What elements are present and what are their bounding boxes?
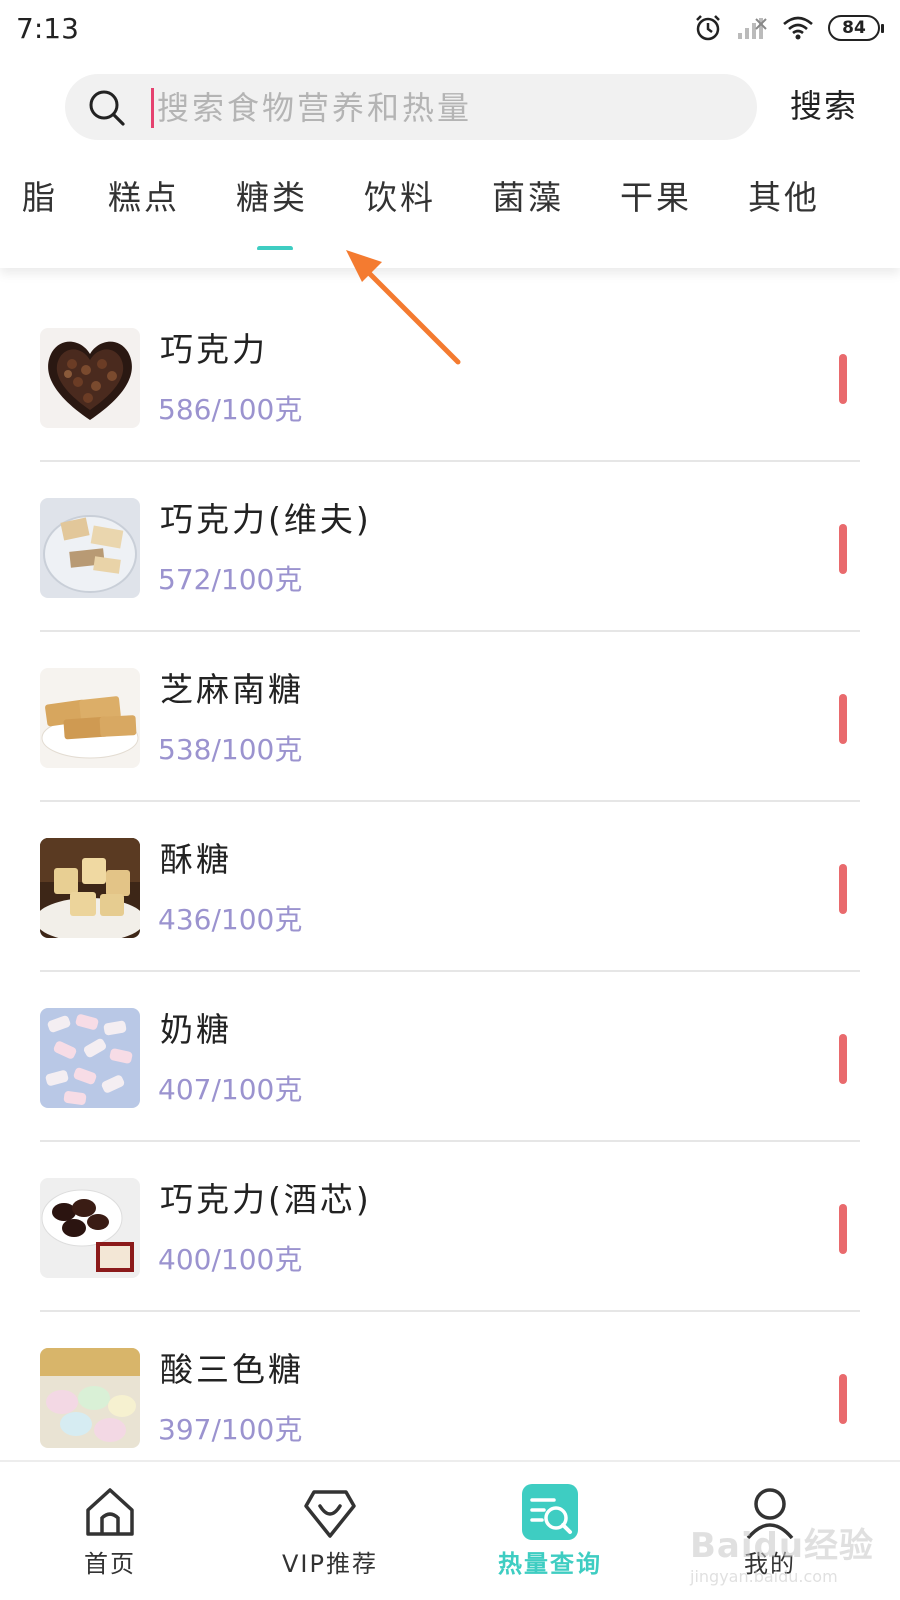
food-calories: 407/100克 <box>158 1073 303 1106</box>
calorie-level-bar <box>839 1204 847 1254</box>
food-name: 巧克力(维夫) <box>160 500 372 539</box>
search-icon <box>89 90 125 126</box>
food-calories: 572/100克 <box>158 563 303 596</box>
search-placeholder: 搜索食物营养和热量 <box>157 89 473 127</box>
annotation-arrow <box>346 250 461 365</box>
list-item[interactable]: 芝麻南糖 538/100克 <box>0 630 900 802</box>
search-input[interactable]: 搜索食物营养和热量 <box>65 74 757 140</box>
status-icons: 84 <box>694 14 884 42</box>
watermark-main: Baidu经验 <box>690 1526 875 1566</box>
calorie-level-bar <box>839 1374 847 1424</box>
food-calories: 586/100克 <box>158 393 303 426</box>
food-calories: 436/100克 <box>158 903 303 936</box>
list-item[interactable]: 巧克力(酒芯) 400/100克 <box>0 1140 900 1312</box>
list-item[interactable]: 巧克力(维夫) 572/100克 <box>0 460 900 632</box>
calorie-level-bar <box>839 354 847 404</box>
food-list: 巧克力 586/100克 巧克力(维夫) 572/100克 芝麻南糖 538/1… <box>0 290 900 1460</box>
wafer-chocolate-image <box>40 498 140 598</box>
baidu-watermark: Baidu经验 jingyan.baidu.com <box>690 1518 874 1586</box>
vip-icon <box>304 1490 356 1538</box>
search-bar: 搜索食物营养和热量 搜索 <box>0 72 900 142</box>
watermark-sub: jingyan.baidu.com <box>690 1567 838 1586</box>
heart-chocolate-box-image <box>40 328 140 428</box>
list-item[interactable]: 奶糖 407/100克 <box>0 970 900 1142</box>
tricolor-candy-image <box>40 1348 140 1448</box>
home-icon <box>86 1488 134 1536</box>
tab-fat[interactable]: 脂 <box>22 176 58 220</box>
food-calories: 400/100克 <box>158 1243 303 1276</box>
tab-drinks[interactable]: 饮料 <box>364 176 436 220</box>
food-name: 巧克力(酒芯) <box>160 1180 372 1219</box>
calorie-level-bar <box>839 1034 847 1084</box>
food-calories: 397/100克 <box>158 1413 303 1446</box>
nav-vip[interactable]: VIP推荐 <box>230 1462 430 1600</box>
category-tabs: 脂 糕点 糖类 饮料 菌藻 干果 其他 <box>0 170 900 250</box>
food-calories: 538/100克 <box>158 733 303 766</box>
active-tab-indicator <box>257 246 293 250</box>
food-name: 酸三色糖 <box>160 1350 304 1389</box>
tab-other[interactable]: 其他 <box>748 176 820 220</box>
text-caret <box>151 88 154 128</box>
calorie-level-bar <box>839 694 847 744</box>
list-item[interactable]: 酥糖 436/100克 <box>0 800 900 972</box>
calorie-level-bar <box>839 864 847 914</box>
nav-home-label: 首页 <box>84 1550 136 1578</box>
food-name: 芝麻南糖 <box>160 670 304 709</box>
wifi-icon <box>783 16 813 40</box>
sesame-candy-image <box>40 668 140 768</box>
calorie-level-bar <box>839 524 847 574</box>
search-button[interactable]: 搜索 <box>790 84 858 128</box>
nav-calorie-search-label: 热量查询 <box>498 1550 602 1578</box>
calorie-search-icon <box>522 1484 578 1540</box>
food-name: 巧克力 <box>160 330 268 369</box>
tab-sugar[interactable]: 糖类 <box>236 176 308 220</box>
food-name: 奶糖 <box>160 1010 232 1049</box>
milk-candy-image <box>40 1008 140 1108</box>
tab-dried-fruit[interactable]: 干果 <box>620 176 692 220</box>
liqueur-chocolate-image <box>40 1178 140 1278</box>
nav-vip-label: VIP推荐 <box>282 1550 378 1578</box>
alarm-icon <box>696 15 720 41</box>
crisp-candy-image <box>40 838 140 938</box>
battery-icon: 84 <box>828 15 884 41</box>
status-bar: 7:13 84 <box>0 0 900 58</box>
list-item[interactable]: 酸三色糖 397/100克 <box>0 1310 900 1460</box>
nav-home[interactable]: 首页 <box>10 1462 210 1600</box>
battery-level: 84 <box>842 18 866 38</box>
status-time: 7:13 <box>16 12 79 45</box>
tab-fungi-algae[interactable]: 菌藻 <box>492 176 564 220</box>
food-name: 酥糖 <box>160 840 232 879</box>
signal-icon <box>738 18 767 39</box>
tab-pastry[interactable]: 糕点 <box>108 176 180 220</box>
nav-calorie-search[interactable]: 热量查询 <box>450 1462 650 1600</box>
